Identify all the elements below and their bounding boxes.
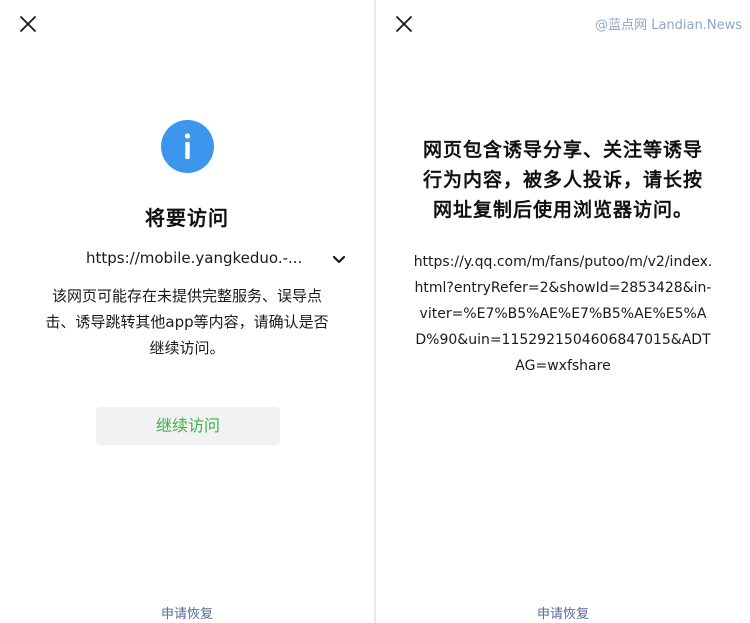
url-dropdown[interactable]: https://mobile.yangkeduo.-... <box>86 249 348 271</box>
blocked-message: 网页包含诱导分享、关注等诱导 行为内容，被多人投诉，请长按 网址复制后使用浏览器… <box>376 135 750 225</box>
close-icon[interactable] <box>392 12 416 36</box>
blocked-url[interactable]: https://y.qq.com/m/fans/putoo/m/v2/index… <box>376 249 750 379</box>
description-line: 该网页可能存在未提供完整服务、误导点 <box>51 287 322 305</box>
dialog-title: 将要访问 <box>145 206 229 230</box>
warning-description: 该网页可能存在未提供完整服务、误导点 击、诱导跳转其他app等内容，请确认是否 … <box>0 283 374 361</box>
close-icon[interactable] <box>16 12 40 36</box>
url-line: D%90&uin=1152921504606847015&ADT <box>415 332 711 348</box>
description-line: 继续访问。 <box>149 339 225 357</box>
chevron-down-icon[interactable] <box>332 255 346 265</box>
right-blocked-dialog: @蓝点网 Landian.News 网页包含诱导分享、关注等诱导 行为内容，被多… <box>376 0 750 623</box>
url-line: https://y.qq.com/m/fans/putoo/m/v2/index… <box>413 254 713 270</box>
request-restore-link[interactable]: 申请恢复 <box>0 603 374 622</box>
watermark: @蓝点网 Landian.News <box>595 18 742 33</box>
info-icon <box>161 120 214 173</box>
request-restore-link[interactable]: 申请恢复 <box>376 603 750 622</box>
left-warning-dialog: 将要访问 https://mobile.yangkeduo.-... 该网页可能… <box>0 0 374 623</box>
url-text: https://mobile.yangkeduo.-... <box>86 249 303 267</box>
continue-visit-button[interactable]: 继续访问 <box>96 407 280 445</box>
message-line: 网页包含诱导分享、关注等诱导 <box>422 139 703 161</box>
message-line: 网址复制后使用浏览器访问。 <box>432 199 693 221</box>
description-line: 击、诱导跳转其他app等内容，请确认是否 <box>45 313 329 331</box>
url-line: AG=wxfshare <box>515 358 611 374</box>
url-line: html?entryRefer=2&showId=2853428&in- <box>414 280 712 296</box>
url-line: viter=%E7%B5%AE%E7%B5%AE%E5%A <box>419 306 707 322</box>
message-line: 行为内容，被多人投诉，请长按 <box>422 169 703 191</box>
